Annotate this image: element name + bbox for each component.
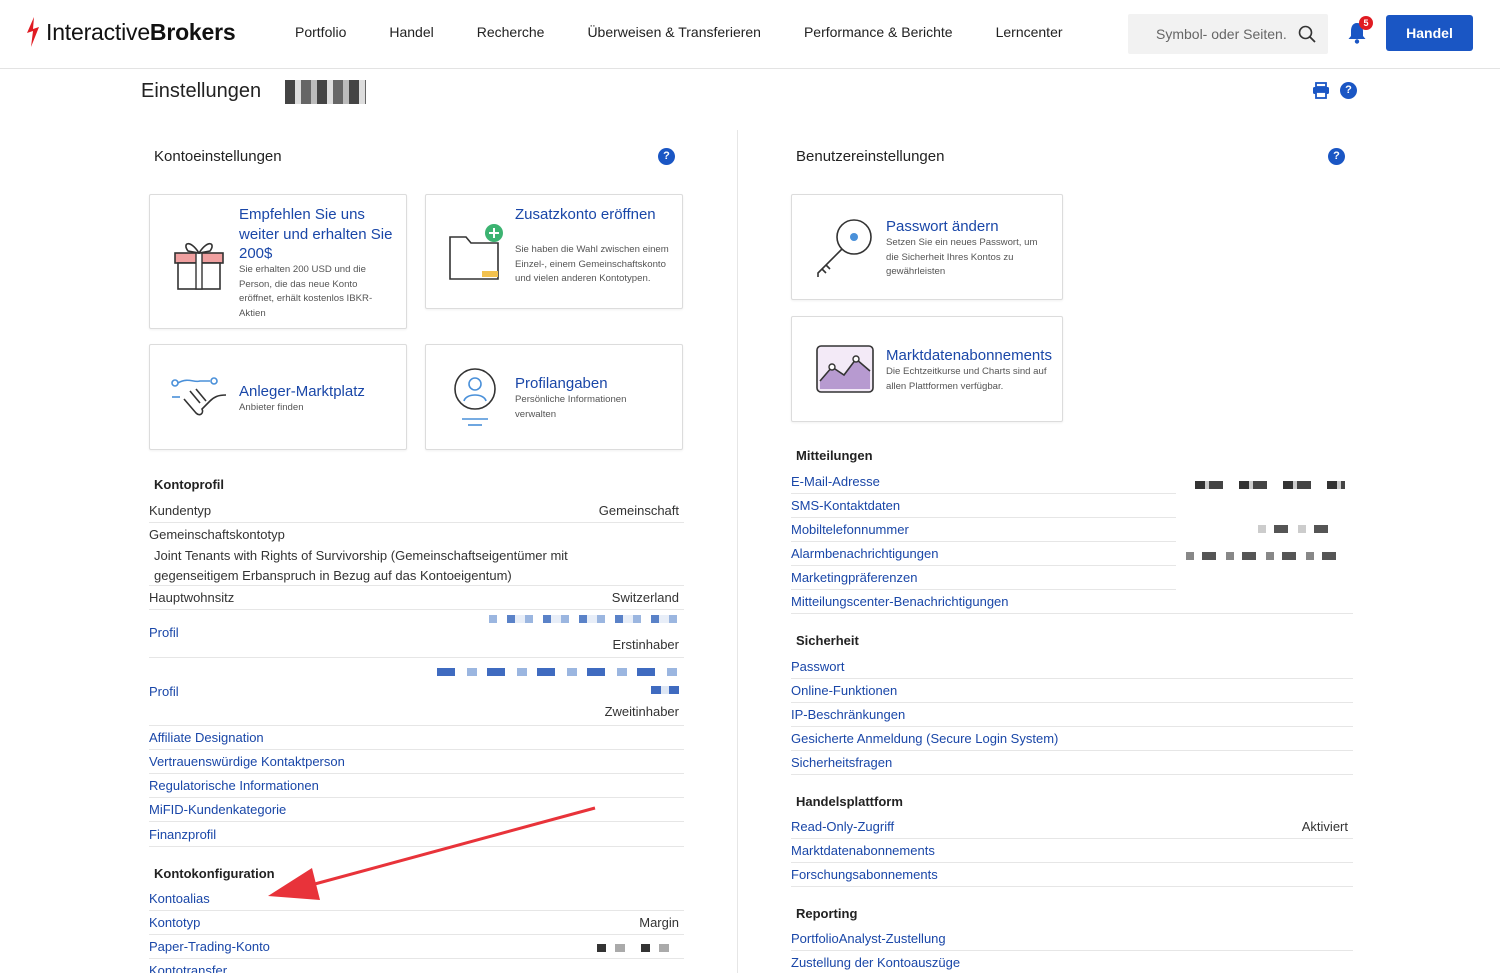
- help-icon[interactable]: ?: [1328, 148, 1345, 165]
- user-profile-icon: [454, 368, 496, 426]
- referral-card[interactable]: Empfehlen Sie uns weiter und erhalten Si…: [149, 194, 407, 329]
- link-row: Vertrauenswürdige Kontaktperson: [149, 750, 684, 774]
- link-row: IP-Beschränkungen: [791, 703, 1353, 727]
- folder-add-icon: [449, 224, 503, 280]
- redacted-value: [597, 944, 679, 952]
- link-row: Alarmbenachrichtigungen: [791, 542, 1176, 566]
- profile-info-card[interactable]: Profilangaben Persönliche Informationen …: [425, 344, 683, 450]
- help-icon[interactable]: ?: [658, 148, 675, 165]
- print-icon[interactable]: [1312, 82, 1330, 99]
- mitteilungen-heading: Mitteilungen: [796, 448, 873, 463]
- card-title: Zusatzkonto eröffnen: [515, 206, 656, 223]
- chart-screen-icon: [816, 345, 874, 393]
- change-password-card[interactable]: Passwort ändern Setzen Sie ein neues Pas…: [791, 194, 1063, 300]
- search-box: [1128, 14, 1328, 54]
- link-row: Passwort: [791, 655, 1353, 679]
- card-title: Anleger-Marktplatz: [239, 383, 365, 400]
- redacted-account-id: [285, 80, 366, 104]
- kontotyp-row: Kontotyp Margin: [149, 911, 684, 935]
- market-data-card[interactable]: Marktdatenabonnements Die Echtzeitkurse …: [791, 316, 1063, 422]
- nav-handel[interactable]: Handel: [389, 24, 433, 40]
- redacted-name: [489, 615, 679, 623]
- trade-button[interactable]: Handel: [1386, 15, 1473, 51]
- brand-logo[interactable]: InteractiveBrokers: [24, 14, 236, 50]
- link-row: Sicherheitsfragen: [791, 751, 1353, 775]
- kontoeinstellungen-heading: Kontoeinstellungen: [154, 148, 282, 165]
- kundentyp-row: Kundentyp Gemeinschaft: [149, 499, 684, 523]
- link-row: Mobiltelefonnummer: [791, 518, 1176, 542]
- card-description: Die Echtzeitkurse und Charts sind auf al…: [886, 366, 1047, 392]
- card-title: Profilangaben: [515, 375, 608, 392]
- key-icon: [817, 219, 872, 277]
- brand-name: InteractiveBrokers: [46, 18, 236, 45]
- link-row: Regulatorische Informationen: [149, 774, 684, 798]
- redacted-alerts: [1186, 552, 1346, 560]
- nav-transfer[interactable]: Überweisen & Transferieren: [587, 24, 761, 40]
- redacted-phone: [1258, 525, 1338, 533]
- redacted-name: [651, 686, 679, 694]
- link-row: Forschungsabonnements: [791, 863, 1353, 887]
- card-title: Marktdatenabonnements: [886, 347, 1052, 364]
- kontotransfer-row: Kontotransfer: [149, 963, 228, 973]
- annotation-arrow: [268, 806, 596, 900]
- card-title: Empfehlen Sie uns weiter und erhalten Si…: [239, 206, 393, 262]
- card-description: Setzen Sie ein neues Passwort, um die Si…: [886, 237, 1038, 277]
- main-nav: Portfolio Handel Recherche Überweisen & …: [295, 24, 1106, 40]
- gemeinschaftskontotyp-row: Gemeinschaftskontotyp Joint Tenants with…: [149, 523, 684, 586]
- top-navigation-bar: InteractiveBrokers Portfolio Handel Rech…: [0, 0, 1500, 69]
- additional-account-card[interactable]: Zusatzkonto eröffnen Sie haben die Wahl …: [425, 194, 683, 309]
- nav-portfolio[interactable]: Portfolio: [295, 24, 346, 40]
- nav-lerncenter[interactable]: Lerncenter: [996, 24, 1063, 40]
- paper-trading-row: Paper-Trading-Konto: [149, 935, 684, 959]
- profil-zweitinhaber-row: Profil Zweitinhaber: [149, 658, 684, 726]
- nav-performance[interactable]: Performance & Berichte: [804, 24, 953, 40]
- page-title: Einstellungen: [141, 80, 262, 102]
- link-row: E-Mail-Adresse: [791, 470, 1176, 494]
- reporting-heading: Reporting: [796, 906, 858, 921]
- card-title: Passwort ändern: [886, 218, 999, 235]
- profil-erstinhaber-row: Profil Erstinhaber: [149, 610, 684, 658]
- kontoprofil-heading: Kontoprofil: [154, 477, 225, 492]
- benutzereinstellungen-heading: Benutzereinstellungen: [796, 148, 945, 165]
- link-row: Marketingpräferenzen: [791, 566, 1176, 590]
- investor-marketplace-card[interactable]: Anleger-Marktplatz Anbieter finden: [149, 344, 407, 450]
- gift-icon: [174, 242, 224, 290]
- search-input[interactable]: [1138, 14, 1288, 54]
- profile-link[interactable]: Profil: [149, 625, 179, 640]
- column-divider: [737, 130, 738, 973]
- handshake-icon: [171, 377, 227, 416]
- link-row: Gesicherte Anmeldung (Secure Login Syste…: [791, 727, 1353, 751]
- link-row: SMS-Kontaktdaten: [791, 494, 1176, 518]
- link-row: Affiliate Designation: [149, 726, 684, 750]
- notification-badge: 5: [1359, 16, 1373, 30]
- redacted-email: [1195, 481, 1345, 489]
- gemeinschaftskontotyp-value: Joint Tenants with Rights of Survivorshi…: [154, 548, 568, 583]
- kontokonfiguration-heading: Kontokonfiguration: [154, 866, 275, 881]
- link-row: Mitteilungscenter-Benachrichtigungen: [791, 590, 1353, 614]
- card-description: Anbieter finden: [239, 402, 304, 413]
- card-description: Persönliche Informationen verwalten: [515, 394, 627, 420]
- help-icon[interactable]: ?: [1340, 82, 1357, 99]
- profile-link[interactable]: Profil: [149, 684, 179, 699]
- link-row: Zustellung der Kontoauszüge: [791, 955, 961, 970]
- redacted-name: [437, 668, 679, 676]
- handelsplattform-heading: Handelsplattform: [796, 794, 903, 809]
- search-icon[interactable]: [1298, 25, 1316, 43]
- nav-recherche[interactable]: Recherche: [477, 24, 545, 40]
- read-only-row: Read-Only-Zugriff Aktiviert: [791, 815, 1353, 839]
- link-row: PortfolioAnalyst-Zustellung: [791, 927, 1353, 951]
- card-description: Sie haben die Wahl zwischen einem Einzel…: [515, 244, 669, 284]
- link-row: Online-Funktionen: [791, 679, 1353, 703]
- sicherheit-heading: Sicherheit: [796, 633, 859, 648]
- hauptwohnsitz-row: Hauptwohnsitz Switzerland: [149, 586, 684, 610]
- brand-flame-icon: [27, 17, 39, 47]
- card-description: Sie erhalten 200 USD und die Person, die…: [239, 264, 373, 319]
- link-row: Marktdatenabonnements: [791, 839, 1353, 863]
